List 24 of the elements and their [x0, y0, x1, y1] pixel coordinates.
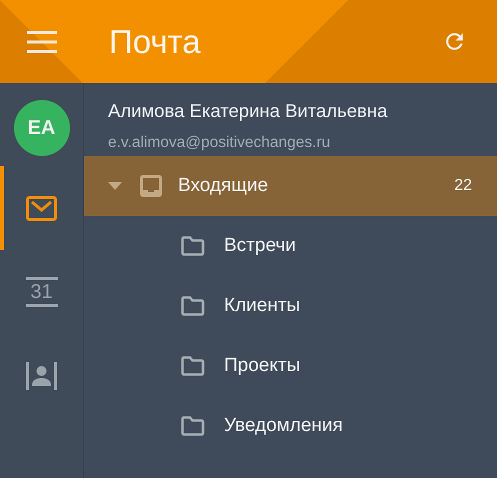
account-email: e.v.alimova@positivechanges.ru — [108, 134, 332, 152]
folder-label: Встречи — [224, 235, 297, 257]
contact-icon[interactable] — [26, 362, 57, 390]
folder-icon — [181, 416, 205, 436]
app-title: Почта — [109, 22, 202, 60]
folder-row[interactable]: Входящие 22 — [84, 156, 497, 216]
folder-row[interactable]: Уведомления — [84, 396, 497, 456]
mail-icon[interactable] — [26, 196, 57, 220]
avatar: EA — [14, 100, 70, 156]
folder-label: Уведомления — [224, 415, 344, 437]
account-name: Алимова Екатерина Витальевна — [108, 100, 388, 122]
folder-row[interactable]: Проекты — [84, 336, 497, 396]
folder-label: Входящие — [178, 175, 270, 197]
folder-icon — [181, 236, 205, 256]
folder-row[interactable]: Встречи — [84, 216, 497, 276]
unread-count: 22 — [454, 177, 472, 195]
caret-icon[interactable] — [108, 182, 122, 190]
folder-row[interactable]: Клиенты — [84, 276, 497, 336]
folder-label: Проекты — [224, 355, 302, 377]
folder-label: Клиенты — [224, 295, 302, 317]
folder-icon — [181, 356, 205, 376]
folder-icon — [181, 296, 205, 316]
menu-icon[interactable] — [27, 30, 57, 52]
inbox-icon — [140, 175, 162, 197]
